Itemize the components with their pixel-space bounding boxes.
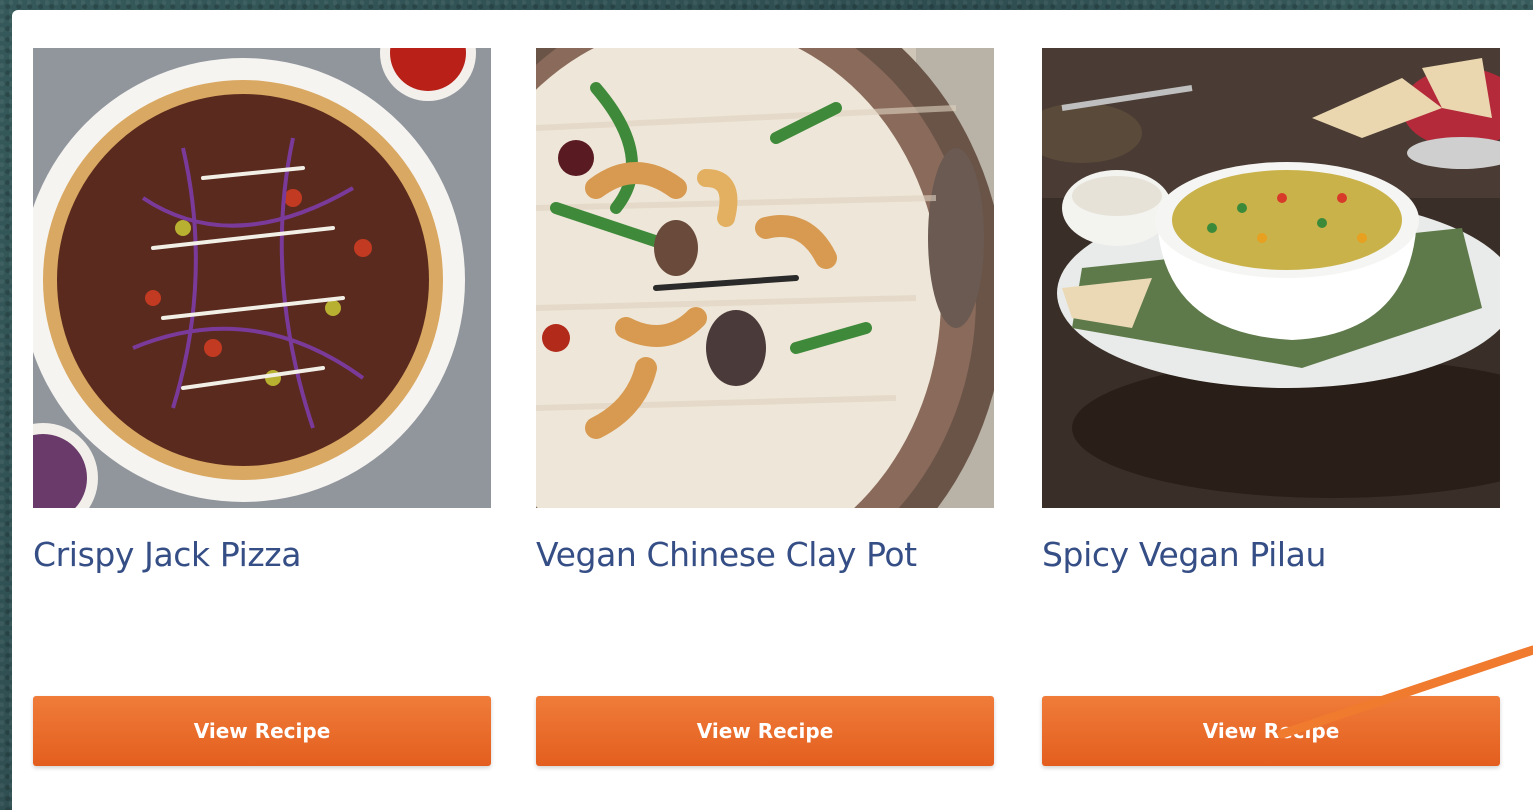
pizza-photo-icon <box>33 48 491 508</box>
recipe-card-spicy-vegan-pilau: Spicy Vegan Pilau View Recipe <box>1042 48 1500 766</box>
recipe-image-spicy-vegan-pilau[interactable] <box>1042 48 1500 508</box>
view-recipe-button[interactable]: View Recipe <box>33 696 491 766</box>
recipe-card-vegan-chinese-clay-pot: Vegan Chinese Clay Pot View Recipe <box>536 48 994 766</box>
recipe-title[interactable]: Spicy Vegan Pilau <box>1042 535 1326 574</box>
recipe-title[interactable]: Vegan Chinese Clay Pot <box>536 535 917 574</box>
recipe-image-crispy-jack-pizza[interactable] <box>33 48 491 508</box>
clay-pot-rice-photo-icon <box>536 48 994 508</box>
recipe-title[interactable]: Crispy Jack Pizza <box>33 535 301 574</box>
recipe-grid-panel: Crispy Jack Pizza View Recipe Vegan Chin… <box>12 10 1533 810</box>
recipe-card-crispy-jack-pizza: Crispy Jack Pizza View Recipe <box>33 48 491 766</box>
recipe-image-vegan-chinese-clay-pot[interactable] <box>536 48 994 508</box>
pilau-rice-bowl-photo-icon <box>1042 48 1500 508</box>
view-recipe-button[interactable]: View Recipe <box>536 696 994 766</box>
view-recipe-button[interactable]: View Recipe <box>1042 696 1500 766</box>
